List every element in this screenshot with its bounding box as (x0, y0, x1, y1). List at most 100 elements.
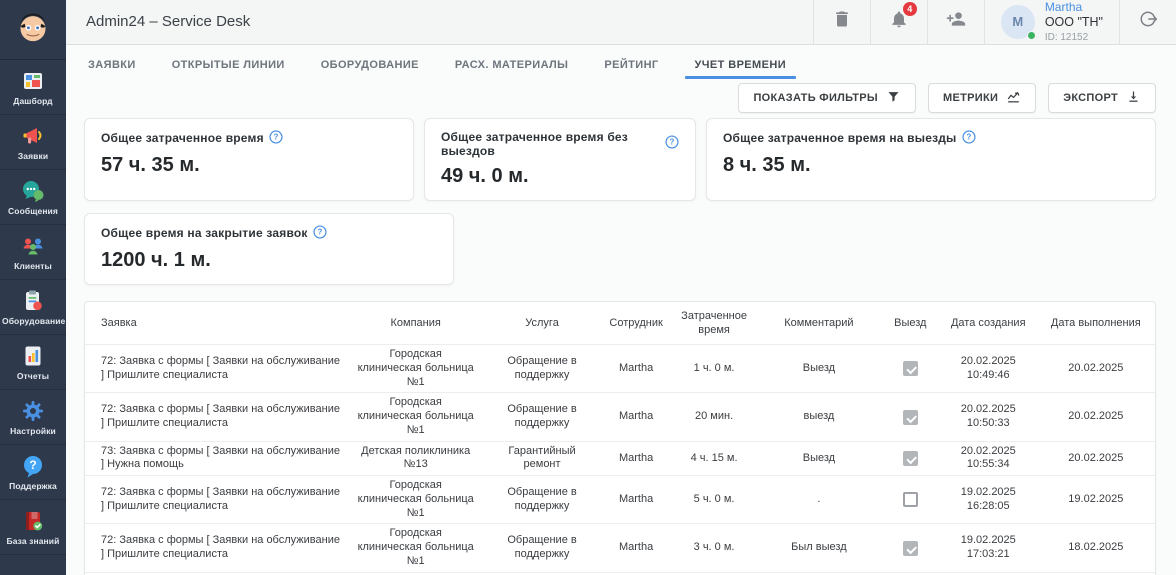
app-root: Дашборд Заявки Сообщения Клиенты Оборудо… (0, 0, 1176, 575)
help-icon[interactable]: ? (313, 225, 327, 242)
created-date: 19.02.2025 (948, 534, 1029, 548)
card-value: 8 ч. 35 м. (723, 154, 1139, 177)
table-row: 72: Заявка с формы [ Заявки на обслужива… (85, 476, 1155, 524)
svg-text:?: ? (273, 132, 278, 141)
cell-time_spent: 4 ч. 15 м. (671, 441, 757, 476)
card-label: Общее время на закрытие заявок ? (101, 225, 437, 242)
sidebar-item-label: Заявки (2, 151, 64, 161)
cell-completed: 20.02.2025 (1037, 345, 1155, 393)
visit-checkbox-checked[interactable] (903, 541, 918, 556)
sidebar-item-support[interactable]: ? Поддержка (0, 445, 66, 500)
sidebar-item-settings[interactable]: Настройки (0, 390, 66, 445)
cell-employee: Martha (601, 476, 671, 524)
column-header-time-spent: Затраченное время (671, 302, 757, 345)
trash-button[interactable] (813, 0, 870, 44)
svg-text:?: ? (966, 132, 971, 141)
created-date: 20.02.2025 (948, 445, 1029, 459)
cell-visit (881, 345, 940, 393)
report-icon (2, 344, 64, 368)
card-label: Общее затраченное время ? (101, 130, 397, 147)
add-user-button[interactable] (927, 0, 984, 44)
help-icon[interactable]: ? (269, 130, 283, 147)
user-company: ООО "ТН" (1045, 15, 1103, 31)
trash-icon (832, 9, 852, 34)
sidebar-item-label: Отчеты (2, 371, 64, 381)
sidebar-item-dashboard[interactable]: Дашборд (0, 60, 66, 115)
cell-comment: Выезд (757, 345, 881, 393)
card-value: 49 ч. 0 м. (441, 165, 679, 188)
tab-open-lines[interactable]: ОТКРЫТЫЕ ЛИНИИ (172, 59, 285, 79)
user-id: ID: 12152 (1045, 31, 1103, 44)
cell-comment: Выезд (757, 441, 881, 476)
sidebar-item-messages[interactable]: Сообщения (0, 170, 66, 225)
tab-rating[interactable]: РЕЙТИНГ (604, 59, 658, 79)
avatar: M (1001, 5, 1035, 39)
svg-text:?: ? (670, 138, 675, 147)
card-value: 57 ч. 35 м. (101, 154, 397, 177)
card-value: 1200 ч. 1 м. (101, 249, 437, 272)
sidebar-item-knowledge-base[interactable]: База знаний (0, 500, 66, 555)
card-label: Общее затраченное время без выездов ? (441, 130, 679, 158)
tab-materials[interactable]: РАСХ. МАТЕРИАЛЫ (455, 59, 568, 79)
help-icon[interactable]: ? (665, 135, 679, 152)
visit-checkbox-checked[interactable] (903, 410, 918, 425)
sidebar-item-equipment[interactable]: Оборудование (0, 280, 66, 335)
column-header-service: Услуга (483, 302, 601, 345)
book-icon (2, 509, 64, 533)
cell-created: 20.02.202510:55:34 (940, 441, 1037, 476)
export-label: ЭКСПОРТ (1063, 92, 1118, 104)
table-row: 72: Заявка с формы [ Заявки на обслужива… (85, 393, 1155, 441)
user-menu[interactable]: M Martha ООО "ТН" ID: 12152 (984, 0, 1119, 44)
cell-request: 72: Заявка с формы [ Заявки на обслужива… (85, 345, 348, 393)
cell-service: Обращение в поддержку (483, 345, 601, 393)
cell-completed: 20.02.2025 (1037, 393, 1155, 441)
cell-visit (881, 441, 940, 476)
cell-visit (881, 476, 940, 524)
show-filters-button[interactable]: ПОКАЗАТЬ ФИЛЬТРЫ (738, 83, 916, 113)
export-button[interactable]: ЭКСПОРТ (1048, 83, 1156, 113)
logout-button[interactable] (1119, 0, 1176, 44)
cell-created: 20.02.202510:50:33 (940, 393, 1037, 441)
cell-visit (881, 393, 940, 441)
card-label-text: Общее затраченное время (101, 131, 264, 145)
summary-cards-row-2: Общее время на закрытие заявок ? 1200 ч.… (84, 213, 1156, 285)
clipboard-icon (2, 289, 64, 313)
sidebar-item-label: Настройки (2, 426, 64, 436)
sidebar-item-reports[interactable]: Отчеты (0, 335, 66, 390)
visit-checkbox-unchecked[interactable] (903, 492, 918, 507)
sidebar-item-label: Клиенты (2, 261, 64, 271)
cell-request: 72: Заявка с формы [ Заявки на обслужива… (85, 524, 348, 572)
visit-checkbox-checked[interactable] (903, 451, 918, 466)
question-bubble-icon: ? (2, 454, 64, 478)
notifications-button[interactable]: 4 (870, 0, 927, 44)
cell-company: Городская клиническая больница №1 (348, 345, 482, 393)
help-icon[interactable]: ? (962, 130, 976, 147)
megaphone-icon (2, 124, 64, 148)
content: ЗАЯВКИ ОТКРЫТЫЕ ЛИНИИ ОБОРУДОВАНИЕ РАСХ.… (66, 45, 1176, 575)
time-tracking-table: Заявка Компания Услуга Сотрудник Затраче… (84, 301, 1156, 575)
metrics-button[interactable]: МЕТРИКИ (928, 83, 1036, 113)
tab-equipment[interactable]: ОБОРУДОВАНИЕ (321, 59, 419, 79)
dashboard-icon (2, 69, 64, 93)
tab-time-tracking[interactable]: УЧЕТ ВРЕМЕНИ (695, 59, 786, 79)
filter-icon (886, 89, 901, 107)
cell-employee: Martha (601, 345, 671, 393)
brand-avatar[interactable] (0, 0, 66, 60)
card-time-without-visits: Общее затраченное время без выездов ? 49… (424, 118, 696, 201)
card-label: Общее затраченное время на выезды ? (723, 130, 1139, 147)
top-bar: Admin24 – Service Desk 4 M Martha (66, 0, 1176, 45)
sidebar-item-requests[interactable]: Заявки (0, 115, 66, 170)
visit-checkbox-checked[interactable] (903, 361, 918, 376)
gear-icon (2, 399, 64, 423)
user-info: Martha ООО "ТН" ID: 12152 (1045, 0, 1103, 44)
cell-visit (881, 524, 940, 572)
cell-time_spent: 1 ч. 0 м. (671, 345, 757, 393)
table-body: 72: Заявка с формы [ Заявки на обслужива… (85, 345, 1155, 575)
cell-company: Городская клиническая больница №1 (348, 476, 482, 524)
chart-line-icon (1006, 89, 1021, 107)
tab-requests[interactable]: ЗАЯВКИ (88, 59, 136, 79)
user-name: Martha (1045, 0, 1103, 15)
sidebar-item-clients[interactable]: Клиенты (0, 225, 66, 280)
cell-request: 73: Заявка с формы [ Заявки на обслужива… (85, 441, 348, 476)
summary-cards-row-1: Общее затраченное время ? 57 ч. 35 м. Об… (84, 118, 1156, 201)
